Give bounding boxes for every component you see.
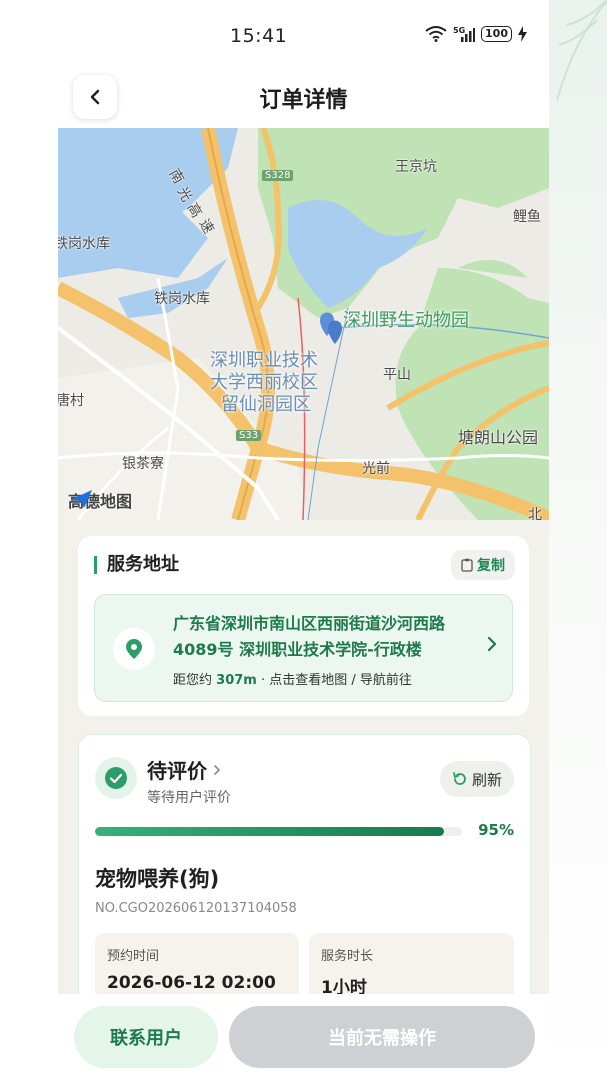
order-card: 待评价 等待用户评价 刷新 95% 宠物喂养(狗) NO.CGO20260612… [78,734,531,1043]
duration-label: 服务时长 [321,949,374,964]
map-label-s328: S328 [262,170,294,181]
map-label-tiegang: 铁岗水库 [154,291,210,307]
map-label-liyu: 鲤鱼 [513,209,541,225]
address-box[interactable]: 广东省深圳市南山区西丽街道沙河西路4089号 深圳职业技术学院-行政楼 距您约 … [94,594,513,702]
battery-indicator: 100 [481,26,512,42]
order-status-label: 待评价 [147,759,207,783]
pin-circle [113,628,155,670]
nav-bar: 订单详情 [58,72,549,128]
map-label-school-2: 大学西丽校区 [210,372,318,393]
address-arrow [486,635,498,657]
map-label-tanglangshan: 塘朗山公园 [458,428,539,447]
order-progress-fill [95,827,444,836]
map-view[interactable]: 王京坑 鲤鱼 铁岗水库 铁岗水库 南 光 高 速 S328 深圳野生动物园 深圳… [58,128,549,520]
order-number: NO.CGO202606120137104058 [95,901,297,916]
distance-hint: · 点击查看地图 / 导航前往 [260,673,412,688]
map-label-tangcun: 唐村 [58,393,84,409]
map-label-pingshan: 平山 [383,367,411,383]
contact-user-button[interactable]: 联系用户 [74,1006,218,1068]
appointment-value: 2026-06-12 02:00 [107,973,276,993]
right-background [549,0,607,1080]
chevron-right-small-icon [214,764,221,775]
no-action-button[interactable]: 当前无需操作 [229,1006,535,1068]
app-screen: 15:41 5G 100 订单详情 王京坑 鲤鱼 铁岗水库 铁岗水库 南 光 高… [58,0,549,1080]
map-label-bei: 北 [528,507,542,520]
address-card: 服务地址 复制 广东省深圳市南山区西丽街道沙河西路4089号 深圳职业技术学院-… [78,536,529,716]
refresh-icon [453,772,466,785]
refresh-button[interactable]: 刷新 [439,761,514,797]
appointment-label: 预约时间 [107,949,160,964]
map-label-guangqian: 光前 [362,461,390,477]
chevron-right-icon [487,636,497,652]
page-title: 订单详情 [259,88,348,113]
map-logo: 高德地图 [68,488,132,512]
order-status-sub: 等待用户评价 [147,790,231,806]
status-time: 15:41 [230,25,288,47]
order-progress-label: 95% [478,821,514,839]
map-label-zoo: 深圳野生动物园 [343,310,469,331]
charging-icon [518,26,527,42]
clipboard-icon [461,558,473,572]
map-label-yincha: 银茶寮 [122,456,164,472]
check-circle-icon [105,767,127,789]
order-progress-bar [95,827,462,836]
wifi-icon [425,26,447,42]
bottom-action-bar: 联系用户 当前无需操作 [58,994,549,1080]
map-label-s33: S33 [236,430,262,441]
status-bar: 15:41 5G 100 [58,0,549,72]
address-section-title: 服务地址 [94,556,179,574]
map-label-school-3: 留仙洞园区 [221,394,311,415]
map-label-tiegang-left: 铁岗水库 [58,236,110,252]
service-name: 宠物喂养(狗) [95,867,220,891]
map-label-wangjingkeng: 王京坑 [395,159,437,175]
status-icons: 5G 100 [425,26,527,42]
order-status[interactable]: 待评价 [147,755,221,784]
copy-button[interactable]: 复制 [451,550,515,580]
map-label-school-1: 深圳职业技术 [210,350,318,371]
distance-value: 307m [216,673,257,688]
left-background [0,0,58,1080]
map-pin-icon [126,639,142,659]
copy-label: 复制 [477,558,505,574]
signal-icon: 5G [453,26,476,42]
address-distance-line: 距您约 307m · 点击查看地图 / 导航前往 [173,669,412,688]
amap-logo-icon [70,490,92,508]
status-check-circle [95,757,137,799]
svg-text:5G: 5G [453,26,465,35]
distance-prefix: 距您约 [173,673,213,688]
refresh-label: 刷新 [471,770,502,789]
address-text: 广东省深圳市南山区西丽街道沙河西路4089号 深圳职业技术学院-行政楼 [173,614,446,659]
